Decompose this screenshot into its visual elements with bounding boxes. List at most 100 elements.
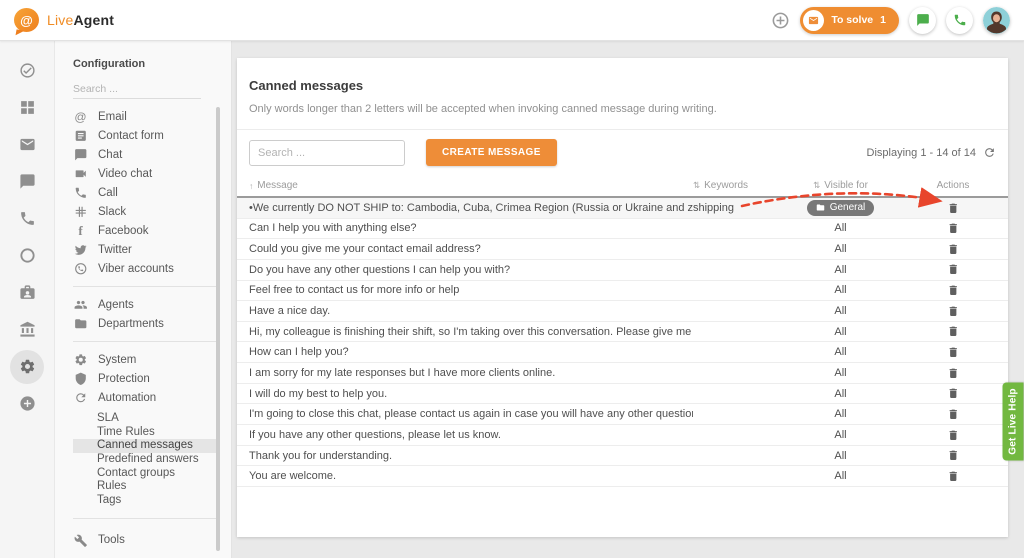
trash-icon[interactable] xyxy=(947,325,960,338)
add-new-icon[interactable] xyxy=(771,11,790,30)
actions-cell xyxy=(898,202,1008,215)
refresh-icon[interactable] xyxy=(983,146,996,159)
visible-for-cell: All xyxy=(783,346,898,358)
sidebar-subitem-tags[interactable]: Tags xyxy=(73,494,217,508)
table-row[interactable]: I will do my best to help you. All xyxy=(237,384,1008,405)
chat-bubble-icon xyxy=(19,173,36,190)
column-header-message[interactable]: ↑Message xyxy=(237,180,693,191)
trash-icon[interactable] xyxy=(947,387,960,400)
sidebar-item-contact-form[interactable]: Contact form xyxy=(73,126,217,145)
visible-for-cell: All xyxy=(783,264,898,276)
sidebar-scrollbar[interactable] xyxy=(216,107,220,551)
sidebar-subitem-sla[interactable]: SLA xyxy=(73,412,217,426)
trash-icon[interactable] xyxy=(947,284,960,297)
trash-icon[interactable] xyxy=(947,367,960,380)
table-row[interactable]: How can I help you? All xyxy=(237,342,1008,363)
actions-cell xyxy=(898,325,1008,338)
sidebar-item-call[interactable]: Call xyxy=(73,183,217,202)
sidebar-item-departments[interactable]: Departments xyxy=(73,314,217,333)
trash-icon[interactable] xyxy=(947,263,960,276)
sidebar-subitem-rules[interactable]: Rules xyxy=(73,480,217,494)
rail-item-addons[interactable] xyxy=(0,385,54,422)
department-badge: General xyxy=(807,200,875,216)
sort-icon: ↑ xyxy=(249,181,253,191)
sidebar-menu: @EmailContact formChatVideo chatCallSlac… xyxy=(55,99,231,558)
create-message-button[interactable]: CREATE MESSAGE xyxy=(426,139,557,166)
rail-item-companies[interactable] xyxy=(0,311,54,348)
table-row[interactable]: I am sorry for my late responses but I h… xyxy=(237,363,1008,384)
tools-icon xyxy=(73,534,88,548)
sidebar-item-agents[interactable]: Agents xyxy=(73,295,217,314)
sidebar-search-input[interactable] xyxy=(73,80,201,99)
trash-icon[interactable] xyxy=(947,222,960,235)
rail-item-online[interactable] xyxy=(0,237,54,274)
rail-item-dashboard[interactable] xyxy=(0,89,54,126)
facebook-icon: f xyxy=(73,223,88,239)
gear-icon xyxy=(19,358,36,375)
sidebar-item-system[interactable]: System xyxy=(73,350,217,369)
visible-for-cell: All xyxy=(783,284,898,296)
actions-cell xyxy=(898,305,1008,318)
rail-item-contacts[interactable] xyxy=(0,274,54,311)
sidebar-item-email[interactable]: @Email xyxy=(73,107,217,126)
table-row[interactable]: You are welcome. All xyxy=(237,466,1008,487)
table-row[interactable]: Have a nice day. All xyxy=(237,301,1008,322)
rail-item-calls[interactable] xyxy=(0,200,54,237)
column-header-keywords[interactable]: ⇅Keywords xyxy=(693,180,783,191)
get-live-help-tab[interactable]: Get Live Help xyxy=(1003,383,1024,461)
calls-button[interactable] xyxy=(946,7,973,34)
sidebar-subitem-contact-groups[interactable]: Contact groups xyxy=(73,467,217,481)
liveagent-logo[interactable]: @ LiveAgent xyxy=(14,8,114,32)
table-row[interactable]: If you have any other questions, please … xyxy=(237,425,1008,446)
sidebar-item-viber-accounts[interactable]: Viber accounts xyxy=(73,259,217,278)
table-row[interactable]: Can I help you with anything else? All xyxy=(237,219,1008,240)
trash-icon[interactable] xyxy=(947,346,960,359)
table-row[interactable]: Thank you for understanding. All xyxy=(237,446,1008,467)
chats-button[interactable] xyxy=(909,7,936,34)
trash-icon[interactable] xyxy=(947,470,960,483)
sidebar-section: @EmailContact formChatVideo chatCallSlac… xyxy=(73,99,217,287)
table-row[interactable]: Could you give me your contact email add… xyxy=(237,239,1008,260)
table-row[interactable]: Hi, my colleague is finishing their shif… xyxy=(237,322,1008,343)
liveagent-logo-text: LiveAgent xyxy=(47,12,114,28)
actions-cell xyxy=(898,284,1008,297)
table-row[interactable]: I'm going to close this chat, please con… xyxy=(237,404,1008,425)
sidebar-item-video-chat[interactable]: Video chat xyxy=(73,164,217,183)
table-row[interactable]: Feel free to contact us for more info or… xyxy=(237,281,1008,302)
to-solve-button[interactable]: To solve 1 xyxy=(800,7,899,34)
rail-item-chats[interactable] xyxy=(0,163,54,200)
sidebar-item-slack[interactable]: Slack xyxy=(73,202,217,221)
sidebar-item-protection[interactable]: Protection xyxy=(73,369,217,388)
ring-icon xyxy=(19,247,36,264)
column-header-visible-for[interactable]: ⇅Visible for xyxy=(783,180,898,191)
sidebar-item-tools[interactable]: Tools xyxy=(73,531,217,550)
column-header-actions[interactable]: Actions xyxy=(898,180,1008,191)
user-avatar[interactable] xyxy=(983,7,1010,34)
trash-icon[interactable] xyxy=(947,449,960,462)
sidebar-subitem-canned-messages[interactable]: Canned messages xyxy=(73,439,217,453)
trash-icon[interactable] xyxy=(947,429,960,442)
trash-icon[interactable] xyxy=(947,305,960,318)
table-body: •We currently DO NOT SHIP to: Cambodia, … xyxy=(237,198,1008,487)
sidebar-search xyxy=(73,79,231,99)
sidebar-item-automation[interactable]: Automation xyxy=(73,388,217,407)
trash-icon[interactable] xyxy=(947,202,960,215)
sidebar-subitem-predefined-answers[interactable]: Predefined answers xyxy=(73,453,217,467)
trash-icon[interactable] xyxy=(947,243,960,256)
sidebar-subitem-time-rules[interactable]: Time Rules xyxy=(73,426,217,440)
messages-search-input[interactable] xyxy=(249,140,405,166)
sidebar-item-label: Facebook xyxy=(98,225,149,237)
viber-icon xyxy=(73,262,88,276)
envelope-icon xyxy=(808,15,819,26)
rail-item-configuration[interactable] xyxy=(0,348,54,385)
rail-item-mail[interactable] xyxy=(0,126,54,163)
message-text: I'm going to close this chat, please con… xyxy=(237,408,693,420)
sidebar-item-twitter[interactable]: Twitter xyxy=(73,240,217,259)
table-row[interactable]: •We currently DO NOT SHIP to: Cambodia, … xyxy=(237,198,1008,219)
sidebar-item-chat[interactable]: Chat xyxy=(73,145,217,164)
icon-rail xyxy=(0,41,55,558)
trash-icon[interactable] xyxy=(947,408,960,421)
rail-item-tickets[interactable] xyxy=(0,52,54,89)
sidebar-item-facebook[interactable]: f Facebook xyxy=(73,221,217,240)
table-row[interactable]: Do you have any other questions I can he… xyxy=(237,260,1008,281)
